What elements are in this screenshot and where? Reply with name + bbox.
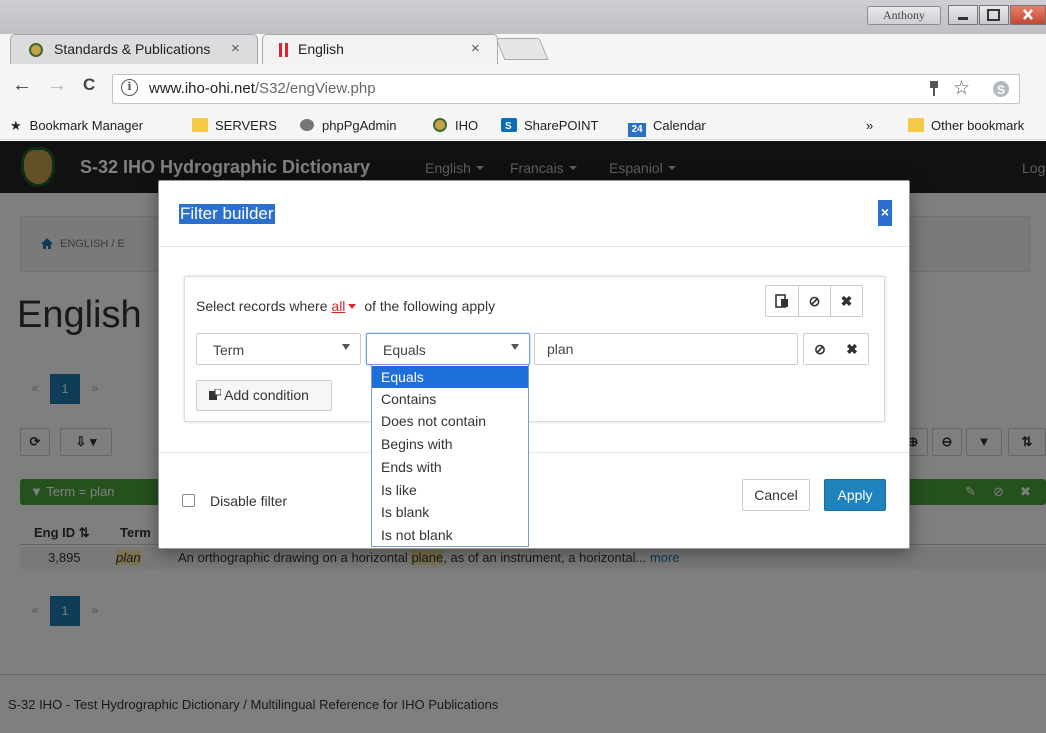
filter-group: Select records where all of the followin… [184, 276, 885, 422]
tab-english[interactable]: English × [262, 34, 498, 64]
site-info-icon[interactable]: i [121, 79, 138, 96]
add-group-button[interactable] [766, 286, 798, 316]
disable-group-button[interactable]: ⊘ [798, 286, 830, 316]
disable-filter-checkbox[interactable] [182, 494, 195, 507]
operator-select[interactable]: Equals [366, 333, 530, 365]
chevron-down-icon [342, 344, 350, 350]
remove-condition-button[interactable]: ✖ [836, 334, 868, 364]
bookmark-calendar[interactable]: 24 Calendar [628, 118, 706, 137]
caret-down-icon[interactable] [348, 304, 357, 309]
tab-title: Standards & Publications [54, 41, 211, 57]
group-actions: ⊘ ✖ [765, 285, 863, 317]
option-contains[interactable]: Contains [372, 388, 528, 410]
address-bar[interactable]: i www.iho-ohi.net/S32/engView.php ☆ S [112, 74, 1020, 104]
back-button[interactable]: ← [12, 74, 32, 97]
address-url: www.iho-ohi.net/S32/engView.php [149, 80, 376, 97]
option-is-like[interactable]: Is like [372, 479, 528, 501]
chevron-down-icon [511, 344, 519, 350]
reload-button[interactable]: C [83, 75, 95, 95]
option-equals[interactable]: Equals [372, 366, 528, 388]
dialog-footer-divider [159, 452, 909, 453]
option-is-blank[interactable]: Is blank [372, 501, 528, 523]
bookmark-star-icon[interactable]: ☆ [953, 77, 970, 100]
tab-standards[interactable]: Standards & Publications × [10, 34, 258, 64]
option-does-not-contain[interactable]: Does not contain [372, 410, 528, 432]
add-condition-icon [209, 387, 224, 403]
dialog-title: Filter builder [179, 204, 275, 224]
tab-close-icon[interactable]: × [471, 40, 480, 57]
folder-icon [192, 118, 208, 132]
tab-title: English [298, 41, 344, 57]
profile-button[interactable]: Anthony [867, 6, 941, 25]
maximize-button[interactable] [979, 5, 1009, 25]
dialog-header: Filter builder × [159, 181, 909, 247]
skype-extension-icon[interactable]: S [991, 79, 1011, 102]
operator-dropdown-list: Equals Contains Does not contain Begins … [371, 364, 529, 547]
star-icon: ★ [10, 118, 22, 133]
app-favicon-icon [276, 42, 292, 58]
remove-group-button[interactable]: ✖ [830, 286, 862, 316]
option-ends-with[interactable]: Ends with [372, 456, 528, 478]
bookmark-phppgadmin[interactable]: phpPgAdmin [299, 118, 396, 133]
match-mode-selector[interactable]: all [331, 298, 345, 314]
field-select[interactable]: Term [196, 333, 361, 365]
bookmarks-overflow[interactable]: » [866, 118, 873, 133]
minimize-button[interactable] [948, 5, 978, 25]
disable-condition-button[interactable]: ⊘ [804, 334, 836, 364]
tab-strip: Standards & Publications × English × Ant… [0, 0, 1046, 66]
value-input[interactable] [534, 333, 798, 365]
bookmark-iho[interactable]: IHO [432, 118, 478, 133]
option-is-not-blank[interactable]: Is not blank [372, 524, 528, 546]
tab-close-icon[interactable]: × [231, 40, 240, 57]
iho-icon [432, 118, 448, 132]
apply-button[interactable]: Apply [824, 479, 886, 511]
other-bookmarks[interactable]: Other bookmark [908, 118, 1024, 133]
close-window-button[interactable] [1010, 5, 1046, 25]
iho-favicon-icon [28, 42, 44, 58]
svg-text:S: S [997, 83, 1005, 97]
elephant-icon [299, 118, 315, 132]
bookmarks-bar: ★ Bookmark Manager SERVERS phpPgAdmin IHO… [0, 112, 1046, 140]
bookmark-manager[interactable]: ★ Bookmark Manager [10, 118, 143, 134]
condition-actions: ⊘ ✖ [803, 333, 869, 365]
calendar-icon: 24 [628, 123, 646, 137]
bookmark-servers[interactable]: SERVERS [192, 118, 277, 133]
cancel-button[interactable]: Cancel [742, 479, 810, 511]
svg-text:S: S [505, 121, 512, 132]
bookmark-sharepoint[interactable]: S SharePOINT [501, 118, 598, 133]
option-begins-with[interactable]: Begins with [372, 433, 528, 455]
dialog-close-button[interactable]: × [878, 200, 892, 226]
new-tab-button[interactable] [495, 38, 549, 60]
add-condition-button[interactable]: Add condition [196, 380, 332, 411]
filter-builder-dialog: Filter builder × Select records where al… [158, 180, 910, 549]
sharepoint-icon: S [501, 118, 517, 132]
folder-icon [908, 118, 924, 132]
forward-button[interactable]: → [47, 74, 67, 97]
filter-group-lead: Select records where all of the followin… [196, 298, 496, 314]
disable-filter-label[interactable]: Disable filter [210, 493, 287, 509]
extension-icon[interactable] [927, 80, 941, 101]
